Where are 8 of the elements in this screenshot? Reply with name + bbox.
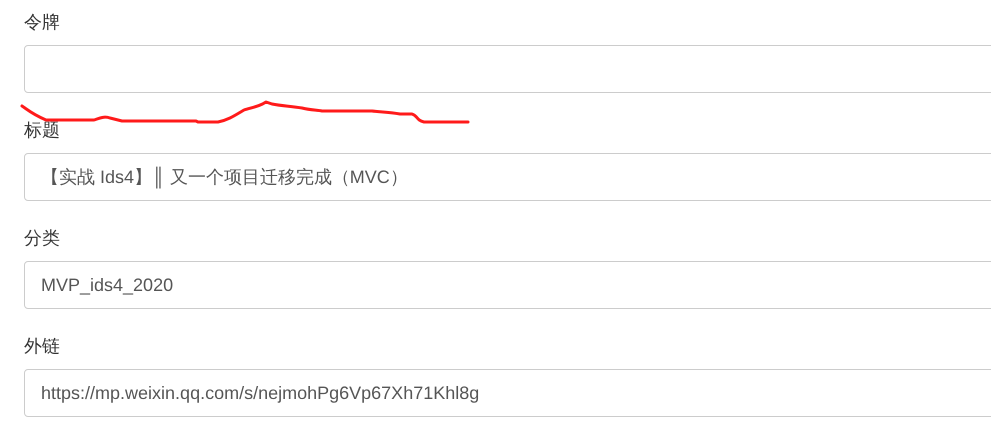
field-label: 标题 — [24, 119, 60, 142]
field-label: 分类 — [24, 227, 60, 250]
input-field[interactable]: 【实战 Ids4】║ 又一个项目迁移完成（MVC） — [24, 153, 991, 201]
input-field[interactable]: MVP_ids4_2020 — [24, 261, 991, 309]
field-label: 令牌 — [24, 11, 60, 34]
input-field[interactable]: https://mp.weixin.qq.com/s/nejmohPg6Vp67Xh71Khl8g — [24, 369, 991, 417]
input-field[interactable] — [24, 45, 991, 93]
field-label: 外链 — [24, 335, 60, 358]
